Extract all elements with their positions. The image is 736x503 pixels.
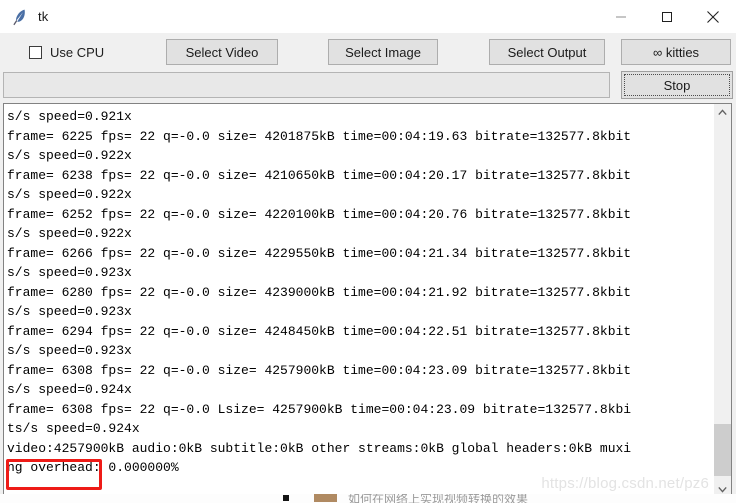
console-line: s/s speed=0.922x (7, 148, 132, 163)
console-line: frame= 6294 fps= 22 q=-0.0 size= 4248450… (7, 323, 632, 339)
console-line: frame= 6280 fps= 22 q=-0.0 size= 4239000… (7, 284, 632, 300)
desktop-background-strip: 如何在网络上实现视频转换的效果 (0, 494, 736, 503)
close-button[interactable] (690, 0, 736, 33)
stop-button-label: Stop (663, 77, 691, 93)
stop-button[interactable]: Stop (621, 71, 733, 99)
close-icon (707, 10, 719, 23)
minimize-button[interactable] (598, 0, 644, 33)
chevron-down-icon (718, 486, 727, 493)
select-image-button[interactable]: Select Image (328, 39, 438, 65)
progress-bar (3, 72, 610, 98)
application-window: tk Use CPU Select Video Select Image Sel… (0, 0, 736, 503)
scrollbar-thumb[interactable] (714, 424, 731, 476)
title-bar: tk (0, 0, 736, 33)
console-line: ts/s speed=0.924x (7, 421, 140, 436)
scroll-up-button[interactable] (714, 104, 731, 121)
console-line: s/s speed=0.922x (7, 187, 132, 202)
use-cpu-checkbox-group[interactable]: Use CPU (29, 45, 149, 60)
console-line: ng overhead: 0.000000% (7, 460, 179, 475)
console-output-area: s/s speed=0.921x frame= 6225 fps= 22 q=-0… (3, 103, 732, 499)
maximize-button[interactable] (644, 0, 690, 33)
maximize-icon (662, 11, 672, 22)
background-thumbnail (314, 494, 337, 502)
kitties-button[interactable]: ∞ kitties (621, 39, 731, 65)
console-line: frame= 6308 fps= 22 q=-0.0 size= 4257900… (7, 362, 632, 378)
console-line: frame= 6266 fps= 22 q=-0.0 size= 4229550… (7, 245, 632, 261)
select-output-button[interactable]: Select Output (489, 39, 605, 65)
use-cpu-label: Use CPU (50, 44, 105, 60)
background-caption: 如何在网络上实现视频转换的效果 (348, 494, 529, 503)
console-line: s/s speed=0.923x (7, 343, 132, 358)
console-line: s/s speed=0.923x (7, 265, 132, 280)
console-scrollbar[interactable] (713, 104, 731, 498)
console-line: s/s speed=0.921x (7, 109, 132, 124)
console-line: frame= 6252 fps= 22 q=-0.0 size= 4220100… (7, 206, 632, 222)
toolbar: Use CPU Select Video Select Image Select… (0, 33, 736, 71)
console-text[interactable]: s/s speed=0.921x frame= 6225 fps= 22 q=-0… (4, 104, 713, 498)
use-cpu-checkbox[interactable] (29, 45, 42, 59)
window-controls (598, 0, 736, 33)
chevron-up-icon (718, 109, 727, 116)
window-title: tk (38, 9, 49, 24)
console-line: frame= 6225 fps= 22 q=-0.0 size= 4201875… (7, 128, 632, 144)
minimize-icon (616, 16, 626, 17)
feather-icon (13, 9, 25, 25)
console-line: video:4257900kB audio:0kB subtitle:0kB o… (7, 440, 632, 456)
select-video-button[interactable]: Select Video (166, 39, 278, 65)
console-line: frame= 6308 fps= 22 q=-0.0 Lsize= 425790… (7, 401, 632, 417)
console-line: s/s speed=0.923x (7, 304, 132, 319)
progress-row: Stop (0, 71, 736, 103)
console-line: s/s speed=0.924x (7, 382, 132, 397)
background-bullet (283, 495, 289, 501)
console-line: s/s speed=0.922x (7, 226, 132, 241)
console-line: frame= 6238 fps= 22 q=-0.0 size= 4210650… (7, 167, 632, 183)
